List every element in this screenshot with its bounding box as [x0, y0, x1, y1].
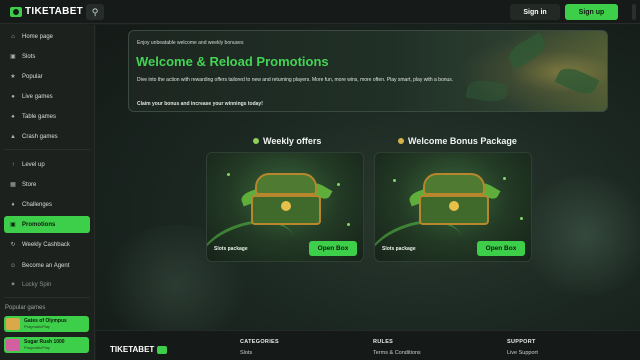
cards-icon: ♠ [11, 113, 15, 120]
level-icon: ↑ [11, 161, 15, 168]
footer-heading: SUPPORT [507, 339, 536, 345]
sidebar-item-weekly-cashback[interactable]: ↻ Weekly Cashback [4, 236, 90, 253]
sidebar-item-store[interactable]: ▦ Store [4, 176, 90, 193]
game-thumbnail [6, 318, 20, 330]
sidebar-item-lucky-spin[interactable]: ✶ Lucky Spin [4, 276, 90, 293]
sidebar-divider [4, 297, 90, 298]
open-box-button[interactable]: Open Box [477, 241, 525, 256]
sparkle-icon [227, 173, 230, 176]
site-logo[interactable]: TIKETABET [10, 6, 83, 17]
sidebar-item-label: Live games [22, 93, 53, 100]
footer: TIKETABET CATEGORIES Slots RULES Terms &… [96, 330, 640, 360]
logo-text: TIKETABET [25, 6, 84, 17]
sidebar-divider [4, 149, 90, 150]
sidebar-item-label: Promotions [22, 221, 56, 228]
offer-title: Weekly offers [263, 136, 322, 146]
search-button[interactable]: ⚲ [86, 4, 104, 20]
sparkle-icon [503, 177, 506, 180]
sidebar-item-label: Home page [22, 33, 54, 40]
banner-description: Dive into the action with rewarding offe… [137, 77, 454, 83]
sidebar-item-label: Store [22, 181, 37, 188]
sidebar-item-label: Lucky Spin [22, 281, 52, 288]
logo-mark-icon [10, 6, 22, 17]
banner-cta-text: Claim your bonus and increase your winni… [137, 101, 263, 107]
footer-link[interactable]: Slots [240, 350, 279, 356]
spin-icon: ✶ [10, 281, 16, 288]
footer-column-categories: CATEGORIES Slots [240, 339, 279, 356]
sidebar-item-label: Table games [22, 113, 57, 120]
slots-icon: ▣ [10, 53, 16, 60]
page-title: Welcome & Reload Promotions [136, 54, 329, 69]
coin-icon [398, 138, 404, 144]
game-provider: PragmaticPlay [24, 345, 50, 350]
sparkle-icon [393, 179, 396, 182]
sidebar-item-table-games[interactable]: ♠ Table games [4, 108, 90, 125]
logo-mark-icon [157, 345, 168, 354]
sidebar-item-label: Challenges [22, 201, 53, 208]
sidebar-item-label: Crash games [22, 133, 58, 140]
main-content: Enjoy unbeatable welcome and weekly bonu… [96, 25, 640, 360]
banner-kicker: Enjoy unbeatable welcome and weekly bonu… [137, 40, 244, 46]
scrollbar[interactable] [632, 4, 636, 20]
popular-game-card[interactable]: Sugar Rush 1000 PragmaticPlay [4, 337, 89, 353]
sparkle-icon [337, 183, 340, 186]
gift-icon: ▣ [10, 221, 16, 228]
search-icon: ⚲ [91, 6, 99, 17]
offer-package-label: Slots package [382, 246, 416, 252]
offer-heading: Weekly offers [253, 136, 321, 146]
clover-icon [253, 138, 259, 144]
star-icon: ★ [10, 73, 16, 80]
sparkle-icon [520, 217, 523, 220]
sidebar-item-home[interactable]: ⌂ Home page [4, 28, 90, 45]
cashback-icon: ↻ [10, 241, 16, 248]
treasure-chest-icon [407, 171, 501, 231]
trophy-icon: ♦ [11, 201, 15, 208]
treasure-chest-icon [239, 171, 333, 231]
sidebar-item-live-games[interactable]: ● Live games [4, 88, 90, 105]
footer-heading: CATEGORIES [240, 339, 279, 345]
footer-link[interactable]: Live Support [507, 350, 538, 356]
offer-card-weekly[interactable]: Slots package Open Box [206, 152, 364, 262]
sidebar-item-level-up[interactable]: ↑ Level up [4, 156, 90, 173]
sidebar-item-label: Weekly Cashback [22, 241, 70, 248]
game-provider: PragmaticPlay [24, 324, 50, 329]
agent-icon: ☺ [10, 262, 17, 269]
popular-game-card[interactable]: Gates of Olympus PragmaticPlay [4, 316, 89, 332]
store-icon: ▦ [10, 181, 16, 188]
sidebar-item-promotions[interactable]: ▣ Promotions [4, 216, 90, 233]
footer-heading: RULES [373, 339, 394, 345]
offer-heading: Welcome Bonus Package [398, 136, 517, 146]
rocket-icon: ▲ [10, 133, 16, 140]
live-icon: ● [11, 93, 15, 100]
sparkle-icon [347, 223, 350, 226]
sidebar-item-label: Slots [22, 53, 36, 60]
promotions-banner: Enjoy unbeatable welcome and weekly bonu… [128, 30, 608, 112]
sidebar-item-label: Popular [22, 73, 43, 80]
open-box-button[interactable]: Open Box [309, 241, 357, 256]
sidebar: ⌂ Home page ▣ Slots ★ Popular ● Live gam… [0, 25, 95, 360]
offer-title: Welcome Bonus Package [408, 136, 517, 146]
offer-package-label: Slots package [214, 246, 248, 252]
background-foliage [516, 175, 640, 295]
top-bar: TIKETABET ⚲ Sign in Sign up [0, 0, 640, 24]
sidebar-item-popular[interactable]: ★ Popular [4, 68, 90, 85]
sidebar-item-challenges[interactable]: ♦ Challenges [4, 196, 90, 213]
sign-up-button[interactable]: Sign up [565, 4, 618, 20]
sidebar-item-become-agent[interactable]: ☺ Become an Agent [4, 257, 90, 274]
footer-column-support: SUPPORT Live Support [507, 339, 538, 356]
offer-card-welcome[interactable]: Slots package Open Box [374, 152, 532, 262]
home-icon: ⌂ [11, 33, 15, 40]
footer-logo-text: TIKETABET [110, 345, 155, 354]
sign-in-button[interactable]: Sign in [510, 4, 560, 20]
footer-column-rules: RULES Terms & Conditions [373, 339, 421, 356]
sidebar-item-slots[interactable]: ▣ Slots [4, 48, 90, 65]
sidebar-item-label: Become an Agent [22, 262, 70, 269]
footer-link[interactable]: Terms & Conditions [373, 350, 421, 356]
sidebar-item-label: Level up [22, 161, 45, 168]
footer-logo[interactable]: TIKETABET [110, 345, 168, 354]
popular-games-title: Popular games [5, 305, 46, 311]
game-thumbnail [6, 339, 20, 351]
sidebar-item-crash-games[interactable]: ▲ Crash games [4, 128, 90, 145]
